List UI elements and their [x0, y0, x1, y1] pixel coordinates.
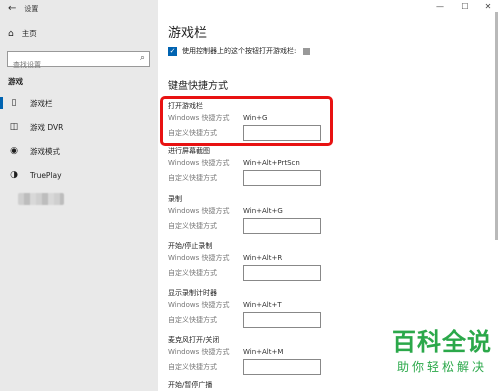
section-title: 键盘快捷方式 — [168, 81, 228, 92]
custom-shortcut-input[interactable] — [243, 359, 321, 375]
windows-shortcut-label: Windows 快捷方式 — [168, 207, 230, 215]
custom-shortcut-input[interactable] — [243, 218, 321, 234]
sidebar-item-dvr[interactable]: ◫ 游戏 DVR — [0, 116, 158, 138]
home-icon: ⌂ — [8, 28, 14, 39]
sidebar-item-label: 游戏模式 — [30, 146, 60, 156]
back-arrow-icon[interactable]: ← — [8, 4, 16, 14]
shortcut-title: 显示录制计时器 — [168, 289, 217, 297]
windows-shortcut-value: Win+Alt+R — [243, 254, 283, 262]
controller-checkbox[interactable]: ✓ — [168, 46, 177, 56]
shortcut-title: 开始/停止录制 — [168, 242, 213, 250]
windows-shortcut-value: Win+Alt+M — [243, 348, 284, 356]
sidebar-item-label: 游戏栏 — [30, 98, 53, 108]
custom-shortcut-label: 自定义快捷方式 — [168, 269, 217, 277]
controller-checkbox-row[interactable]: ✓ 使用控制器上的这个按钮打开游戏栏: — [168, 46, 311, 56]
search-icon[interactable]: ⌕ — [140, 53, 145, 63]
gamemode-icon: ◉ — [10, 146, 18, 156]
windows-shortcut-label: Windows 快捷方式 — [168, 301, 230, 309]
custom-shortcut-input[interactable] — [243, 170, 321, 186]
windows-shortcut-label: Windows 快捷方式 — [168, 159, 230, 167]
window-title: 设置 — [24, 5, 39, 13]
shortcut-group: 录制 Windows 快捷方式 Win+Alt+G 自定义快捷方式 — [168, 194, 368, 235]
section-label: 游戏 — [8, 77, 23, 86]
shortcut-group: 显示录制计时器 Windows 快捷方式 Win+Alt+T 自定义快捷方式 — [168, 288, 368, 329]
home-link[interactable]: ⌂ 主页 — [8, 28, 37, 39]
custom-shortcut-label: 自定义快捷方式 — [168, 363, 217, 371]
page-title: 游戏栏 — [168, 26, 208, 41]
windows-shortcut-label: Windows 快捷方式 — [168, 348, 230, 356]
windows-shortcut-value: Win+Alt+PrtScn — [243, 159, 300, 167]
watermark: 百科全说 助你轻松解决 — [392, 328, 492, 375]
highlight-box — [160, 96, 333, 146]
trueplay-icon: ◑ — [10, 170, 18, 180]
sidebar-item-label: 游戏 DVR — [30, 122, 64, 132]
shortcut-group: 进行屏幕截图 Windows 快捷方式 Win+Alt+PrtScn 自定义快捷方… — [168, 146, 368, 187]
shortcut-group: 开始/停止录制 Windows 快捷方式 Win+Alt+R 自定义快捷方式 — [168, 241, 368, 282]
shortcut-title: 开始/暂停广播 — [168, 381, 213, 389]
checkbox-label: 使用控制器上的这个按钮打开游戏栏: — [182, 47, 297, 55]
shortcut-group: 麦克风打开/关闭 Windows 快捷方式 Win+Alt+M 自定义快捷方式 — [168, 335, 368, 376]
blurred-item — [18, 193, 64, 205]
gamebar-icon: ▯ — [11, 98, 17, 108]
scrollbar[interactable] — [495, 12, 498, 240]
custom-shortcut-label: 自定义快捷方式 — [168, 222, 217, 230]
custom-shortcut-input[interactable] — [243, 312, 321, 328]
windows-shortcut-value: Win+Alt+T — [243, 301, 282, 309]
home-label: 主页 — [21, 29, 37, 38]
shortcut-group: 开始/暂停广播 — [168, 380, 368, 391]
custom-shortcut-label: 自定义快捷方式 — [168, 174, 217, 182]
shortcut-title: 进行屏幕截图 — [168, 147, 210, 155]
sidebar-item-gamebar[interactable]: ▯ 游戏栏 — [0, 92, 158, 114]
sidebar-item-label: TruePlay — [30, 170, 62, 180]
windows-shortcut-value: Win+Alt+G — [243, 207, 283, 215]
search-input[interactable] — [8, 58, 131, 72]
custom-shortcut-input[interactable] — [243, 265, 321, 281]
shortcut-title: 录制 — [168, 195, 182, 203]
watermark-subtitle: 助你轻松解决 — [396, 360, 487, 374]
controller-button-icon — [303, 47, 311, 55]
watermark-logo: 百科全说 — [392, 328, 492, 356]
sidebar-item-gamemode[interactable]: ◉ 游戏模式 — [0, 140, 158, 162]
shortcut-title: 麦克风打开/关闭 — [168, 336, 220, 344]
titlebar: ← 设置 — [8, 4, 38, 14]
search-box[interactable]: ⌕ — [7, 51, 150, 72]
windows-shortcut-label: Windows 快捷方式 — [168, 254, 230, 262]
sidebar: ← 设置 ⌂ 主页 ⌕ 游戏 ▯ 游戏栏 ◫ 游戏 DVR ◉ 游戏模式 ◑ T… — [0, 0, 158, 391]
dvr-icon: ◫ — [9, 122, 19, 132]
sidebar-item-trueplay[interactable]: ◑ TruePlay — [0, 164, 158, 186]
custom-shortcut-label: 自定义快捷方式 — [168, 316, 217, 324]
